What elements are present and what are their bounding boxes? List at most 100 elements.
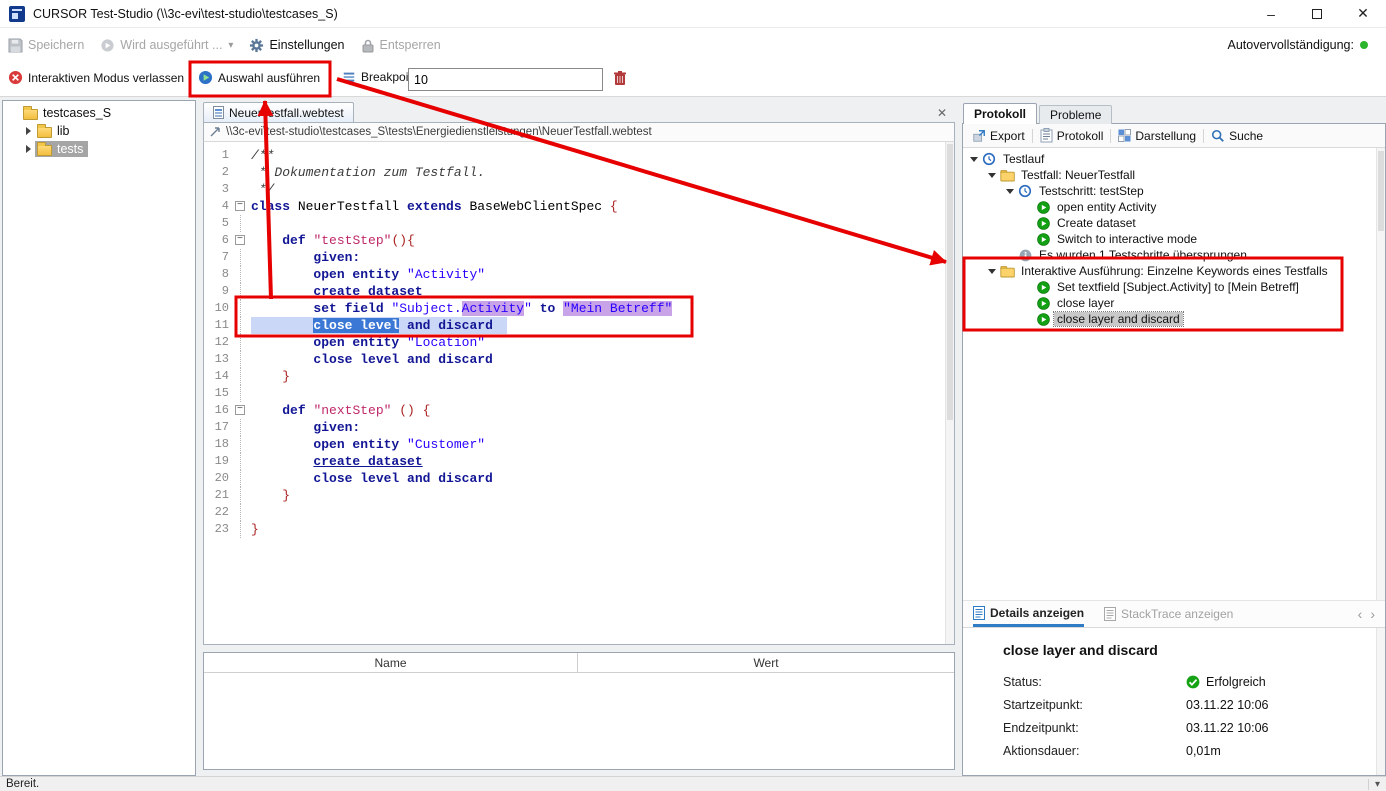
code-line-22[interactable]: 22 <box>204 504 954 521</box>
leave-interactive-mode-button[interactable]: Interaktiven Modus verlassen <box>8 70 184 85</box>
line-number: 6 <box>204 232 234 249</box>
statusbar-dropdown-icon[interactable]: ▾ <box>1368 779 1380 790</box>
close-button[interactable]: ✕ <box>1340 0 1386 27</box>
details-scrollbar[interactable] <box>1376 628 1385 775</box>
code-line-7[interactable]: 7 given: <box>204 249 954 266</box>
app-icon <box>9 6 25 22</box>
line-number: 16 <box>204 402 234 419</box>
running-button[interactable]: Wird ausgeführt ... ▾ <box>100 38 233 53</box>
line-number: 5 <box>204 215 234 232</box>
fold-toggle[interactable]: − <box>234 402 248 419</box>
column-header-name[interactable]: Name <box>204 653 578 672</box>
expander-icon[interactable] <box>985 269 999 274</box>
suche-button[interactable]: Suche <box>1204 124 1270 147</box>
save-button[interactable]: Speichern <box>8 38 84 53</box>
code-line-15[interactable]: 15 <box>204 385 954 402</box>
line-number: 1 <box>204 147 234 164</box>
code-line-6[interactable]: 6− def "testStep"(){ <box>204 232 954 249</box>
tab-probleme[interactable]: Probleme <box>1039 105 1112 124</box>
fold-collapse-icon[interactable]: − <box>235 405 245 415</box>
log-tree-item[interactable]: Es wurden 1 Testschritte übersprungen <box>963 247 1385 263</box>
code-line-11[interactable]: 11 close level and discard <box>204 317 954 334</box>
code-line-2[interactable]: 2 * Dokumentation zum Testfall. <box>204 164 954 181</box>
code-line-5[interactable]: 5 <box>204 215 954 232</box>
column-header-wert[interactable]: Wert <box>578 653 954 672</box>
fold-collapse-icon[interactable]: − <box>235 235 245 245</box>
code-line-20[interactable]: 20 close level and discard <box>204 470 954 487</box>
settings-button[interactable]: Einstellungen <box>249 38 344 53</box>
log-tree-item[interactable]: Testschritt: testStep <box>963 183 1385 199</box>
breakpoint-input[interactable] <box>408 68 603 91</box>
code-line-9[interactable]: 9 create dataset <box>204 283 954 300</box>
file-path: \\3c-evi\test-studio\testcases_S\tests\E… <box>226 126 652 138</box>
editor-scrollbar-thumb[interactable] <box>947 144 953 420</box>
file-tree-item-tests[interactable]: tests <box>3 140 195 158</box>
code-line-19[interactable]: 19 create dataset <box>204 453 954 470</box>
code-line-1[interactable]: 1/** <box>204 147 954 164</box>
code-line-21[interactable]: 21 } <box>204 487 954 504</box>
run-selection-button[interactable]: Auswahl ausführen <box>198 70 320 85</box>
log-tree-item[interactable]: Set textfield [Subject.Activity] to [Mei… <box>963 279 1385 295</box>
fold-toggle[interactable]: − <box>234 232 248 249</box>
file-tree: testcases_Slibtests <box>2 100 196 776</box>
code-line-14[interactable]: 14 } <box>204 368 954 385</box>
details-tab[interactable]: Details anzeigen <box>973 601 1084 627</box>
detail-label: Startzeitpunkt: <box>1003 698 1186 712</box>
log-scrollbar-thumb[interactable] <box>1378 151 1384 231</box>
code-line-16[interactable]: 16− def "nextStep" () { <box>204 402 954 419</box>
editor-scrollbar[interactable] <box>945 142 954 644</box>
log-tree-label: Create dataset <box>1054 216 1139 230</box>
expander-icon[interactable] <box>1003 189 1017 194</box>
log-scrollbar[interactable] <box>1376 148 1385 600</box>
export-button[interactable]: Export <box>965 124 1032 147</box>
code-line-18[interactable]: 18 open entity "Customer" <box>204 436 954 453</box>
code-line-17[interactable]: 17 given: <box>204 419 954 436</box>
expander-icon[interactable] <box>985 173 999 178</box>
log-tree-item[interactable]: Testfall: NeuerTestfall <box>963 167 1385 183</box>
code-line-23[interactable]: 23} <box>204 521 954 538</box>
code-line-4[interactable]: 4−class NeuerTestfall extends BaseWebCli… <box>204 198 954 215</box>
file-tree-item-lib[interactable]: lib <box>3 122 195 140</box>
code-line-13[interactable]: 13 close level and discard <box>204 351 954 368</box>
minimize-button[interactable]: – <box>1248 0 1294 27</box>
editor-panel: NeuerTestfall.webtest ✕ \\3c-evi\test-st… <box>203 103 955 645</box>
log-tree-item[interactable]: close layer <box>963 295 1385 311</box>
expander-icon[interactable] <box>967 157 981 162</box>
log-tree-item[interactable]: Interaktive Ausführung: Einzelne Keyword… <box>963 263 1385 279</box>
log-tree-item[interactable]: Testlauf <box>963 151 1385 167</box>
log-tree-item[interactable]: close layer and discard <box>963 311 1385 327</box>
line-number: 3 <box>204 181 234 198</box>
fold-toggle[interactable]: − <box>234 198 248 215</box>
darstellung-button[interactable]: Darstellung <box>1111 124 1203 147</box>
editor-close-button[interactable]: ✕ <box>929 106 955 120</box>
stacktrace-tab[interactable]: StackTrace anzeigen <box>1104 601 1233 627</box>
protokoll-button[interactable]: Protokoll <box>1033 124 1111 147</box>
delete-breakpoint-button[interactable] <box>613 70 627 86</box>
detail-value: Erfolgreich <box>1186 675 1266 689</box>
protokoll-label: Protokoll <box>1057 129 1104 143</box>
line-number: 15 <box>204 385 234 402</box>
log-tree-item[interactable]: Create dataset <box>963 215 1385 231</box>
fold-column <box>234 283 248 300</box>
code-line-8[interactable]: 8 open entity "Activity" <box>204 266 954 283</box>
tab-protokoll[interactable]: Protokoll <box>963 103 1037 124</box>
chevron-down-icon: ▾ <box>228 40 233 51</box>
details-panel: close layer and discard Status:Erfolgrei… <box>963 628 1385 775</box>
expander-icon[interactable] <box>22 145 35 153</box>
code-editor[interactable]: 1/**2 * Dokumentation zum Testfall.3 */4… <box>203 142 955 645</box>
code-line-12[interactable]: 12 open entity "Location" <box>204 334 954 351</box>
fold-column <box>234 385 248 402</box>
file-tree-item-testcases_S[interactable]: testcases_S <box>3 104 195 122</box>
editor-tab[interactable]: NeuerTestfall.webtest <box>203 102 354 122</box>
fold-collapse-icon[interactable]: − <box>235 201 245 211</box>
code-line-10[interactable]: 10 set field "Subject.Activity" to "Mein… <box>204 300 954 317</box>
prev-icon[interactable]: ‹ <box>1358 606 1363 622</box>
maximize-button[interactable] <box>1294 0 1340 27</box>
leave-interactive-label: Interaktiven Modus verlassen <box>28 71 184 85</box>
unlock-button[interactable]: Entsperren <box>361 38 441 53</box>
log-tree-item[interactable]: open entity Activity <box>963 199 1385 215</box>
expander-icon[interactable] <box>22 127 35 135</box>
next-icon[interactable]: › <box>1370 606 1375 622</box>
log-tree-item[interactable]: Switch to interactive mode <box>963 231 1385 247</box>
code-line-3[interactable]: 3 */ <box>204 181 954 198</box>
